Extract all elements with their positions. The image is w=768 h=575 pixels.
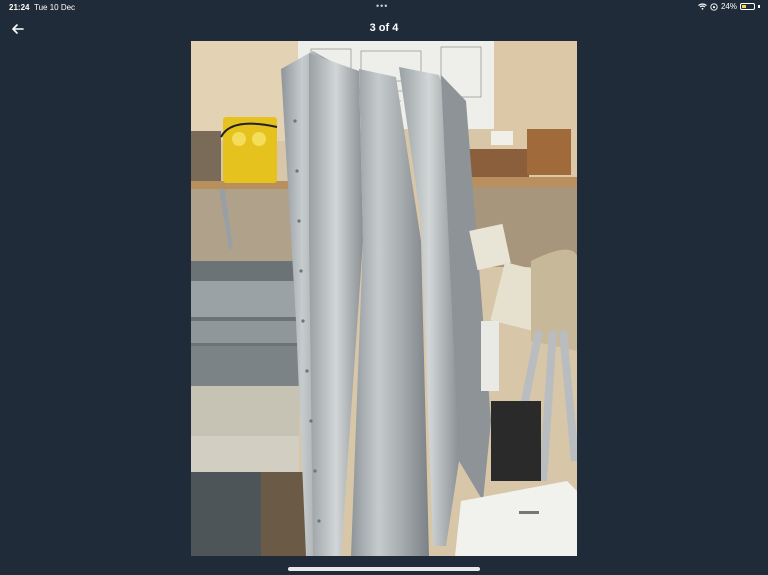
more-dots-icon[interactable]: ••• [376,1,388,11]
viewer-header: 3 of 4 [0,16,768,42]
wifi-icon [698,3,707,10]
battery-percent: 24% [720,2,737,11]
battery-tip [758,5,760,8]
status-right: 24% [698,2,760,11]
status-date: Tue 10 Dec [34,3,76,12]
page-counter: 3 of 4 [369,22,399,34]
home-indicator[interactable] [288,567,480,571]
battery-charging-icon [740,3,755,10]
status-time: 21:24 [9,3,30,12]
orientation-lock-icon [710,2,718,11]
photo-content [191,41,577,556]
photo-viewer-image[interactable] [191,41,577,556]
status-bar: 21:24 Tue 10 Dec ••• 24% [0,0,768,14]
